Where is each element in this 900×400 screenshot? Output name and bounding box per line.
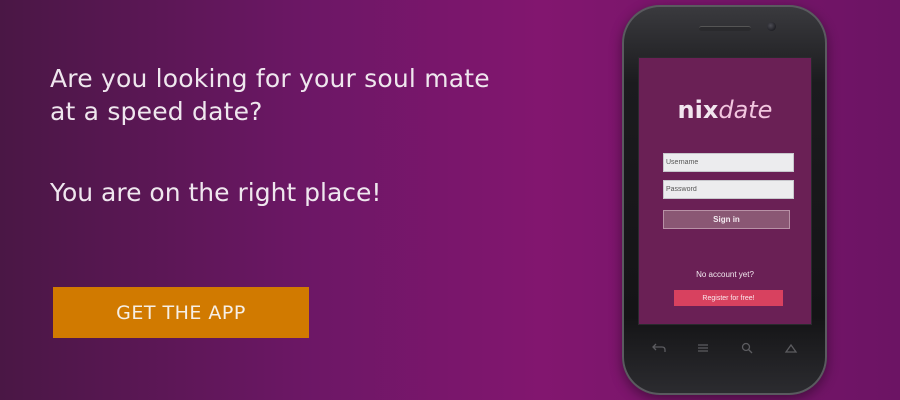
username-field[interactable]	[663, 153, 794, 172]
phone-nav-bar	[652, 341, 798, 355]
app-logo-nix: nix	[677, 96, 719, 124]
search-icon[interactable]	[741, 342, 753, 354]
password-field[interactable]	[663, 180, 794, 199]
get-app-button[interactable]: GET THE APP	[53, 287, 309, 338]
hero-headline: Are you looking for your soul mate at a …	[50, 64, 490, 126]
signin-button[interactable]: Sign in	[663, 210, 790, 229]
home-icon[interactable]	[697, 343, 709, 353]
back-icon[interactable]	[652, 343, 666, 353]
app-logo: nixdate	[639, 96, 811, 124]
register-button[interactable]: Register for free!	[674, 290, 783, 306]
phone-speaker	[699, 26, 751, 31]
phone-camera	[767, 22, 776, 31]
phone-screen: nixdate Sign in No account yet? Register…	[638, 57, 812, 325]
hero-subline: You are on the right place!	[50, 178, 382, 207]
menu-icon[interactable]	[784, 343, 798, 353]
no-account-text: No account yet?	[696, 270, 754, 279]
app-logo-date: date	[718, 96, 773, 124]
phone-mockup: nixdate Sign in No account yet? Register…	[622, 5, 827, 395]
